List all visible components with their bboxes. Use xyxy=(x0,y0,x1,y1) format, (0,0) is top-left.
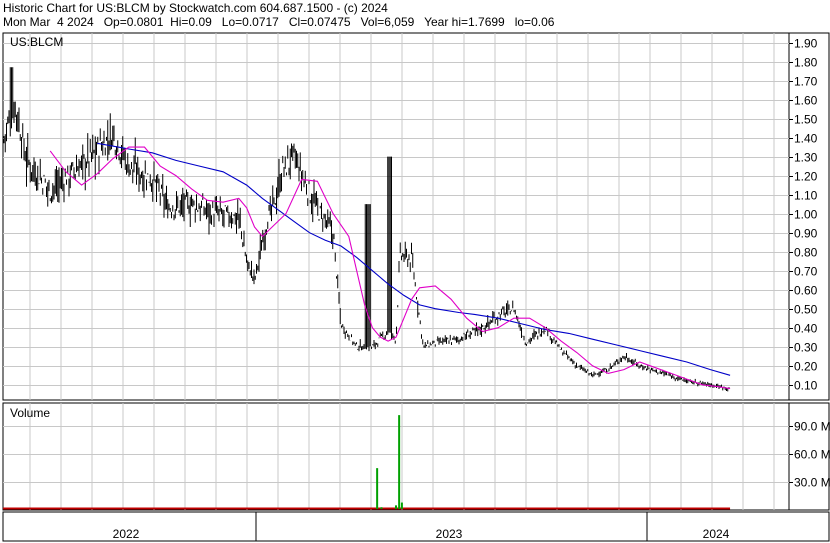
x-axis-year-label: 2022 xyxy=(113,527,140,541)
volume-tick-label: 60.0 M xyxy=(794,448,830,462)
price-tick-label: 1.90 xyxy=(794,37,818,51)
price-tick-label: 1.80 xyxy=(794,56,818,70)
price-tick-label: 1.70 xyxy=(794,75,818,89)
x-axis-year-label: 2024 xyxy=(703,527,730,541)
price-tick-label: 0.30 xyxy=(794,341,818,355)
volume-panel-frame xyxy=(2,402,830,511)
price-tick-label: 1.50 xyxy=(794,113,818,127)
price-tick-label: 1.60 xyxy=(794,94,818,108)
price-tick-label: 0.10 xyxy=(794,379,818,393)
price-tick-label: 0.60 xyxy=(794,284,818,298)
volume-tick-label: 30.0 M xyxy=(794,476,830,490)
x-axis-year-label: 2023 xyxy=(436,527,463,541)
price-tick-label: 1.40 xyxy=(794,132,818,146)
stock-chart: 0.10 0.20 0.30 0.40 0.50 0.60 0.70 0.80 0.90 1.00… xyxy=(2,32,830,542)
price-tick-label: 1.20 xyxy=(794,170,818,184)
price-tick-label: 1.30 xyxy=(794,151,818,165)
price-tick-label: 0.80 xyxy=(794,246,818,260)
price-tick-label: 1.00 xyxy=(794,208,818,222)
price-tick-label: 0.70 xyxy=(794,265,818,279)
volume-title: Volume xyxy=(10,406,50,420)
volume-tick-label: 90.0 M xyxy=(794,420,830,434)
price-tick-label: 0.90 xyxy=(794,227,818,241)
symbol-label: US:BLCM xyxy=(10,35,63,49)
price-tick-label: 0.50 xyxy=(794,303,818,317)
price-tick-label: 0.40 xyxy=(794,322,818,336)
price-panel-frame xyxy=(2,32,830,401)
price-tick-label: 1.10 xyxy=(794,189,818,203)
price-tick-label: 0.20 xyxy=(794,360,818,374)
